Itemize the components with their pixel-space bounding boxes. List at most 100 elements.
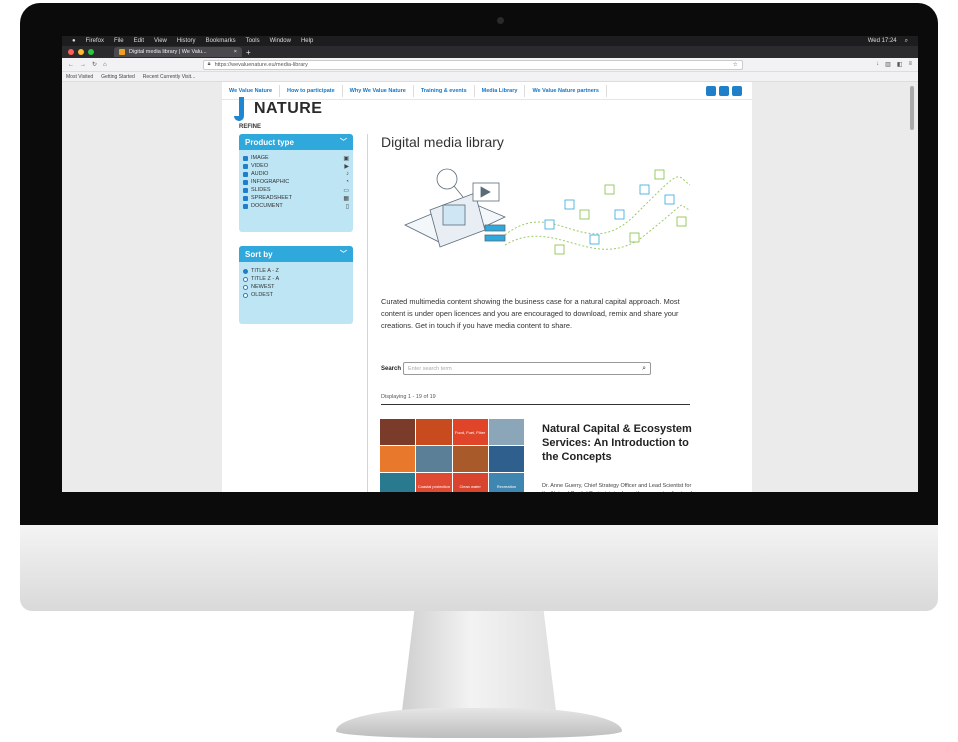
- infographic-icon: ◔: [345, 179, 349, 185]
- bookmarks-toolbar: Most Visited Getting Started Recent Curr…: [62, 72, 918, 82]
- sort-by-header[interactable]: Sort by ﹀: [239, 246, 353, 262]
- library-icon[interactable]: ▥: [885, 61, 891, 68]
- url-bar[interactable]: 🔒︎ https://wevaluenature.eu/media-librar…: [202, 59, 743, 70]
- radio-button[interactable]: [243, 268, 248, 274]
- site-logo[interactable]: NATURE: [234, 97, 322, 121]
- image-icon: ▣: [343, 155, 349, 162]
- menu-view[interactable]: View: [154, 38, 167, 44]
- new-tab-button[interactable]: +: [246, 48, 251, 57]
- sort-title-z-a[interactable]: TITLE Z - A: [239, 275, 353, 283]
- sort-title-a-z[interactable]: TITLE A - Z: [239, 267, 353, 275]
- camera-icon: [497, 17, 504, 24]
- logo-mark-icon: [234, 97, 244, 121]
- logo-text: NATURE: [254, 100, 323, 117]
- email-icon[interactable]: [732, 85, 742, 96]
- nav-partners[interactable]: We Value Nature partners: [525, 84, 607, 97]
- checkbox[interactable]: [243, 171, 248, 177]
- close-window-button[interactable]: [68, 49, 74, 55]
- document-icon: ▯: [345, 203, 349, 210]
- minimize-window-button[interactable]: [78, 49, 84, 55]
- sort-by-title: Sort by: [245, 249, 273, 259]
- filter-image[interactable]: IMAGE ▣: [239, 154, 353, 162]
- social-links: [706, 85, 742, 96]
- forward-icon[interactable]: →: [80, 62, 86, 68]
- radio-button[interactable]: [243, 292, 248, 298]
- reload-icon[interactable]: ↻: [92, 61, 97, 68]
- nav-we-value-nature[interactable]: We Value Nature: [222, 84, 280, 97]
- checkbox[interactable]: [243, 195, 248, 201]
- menu-file[interactable]: File: [114, 38, 124, 44]
- back-icon[interactable]: ←: [68, 62, 74, 68]
- filter-spreadsheet[interactable]: SPREADSHEET ▦: [239, 194, 353, 202]
- search-input[interactable]: Enter search term ⌕: [403, 362, 652, 375]
- bookmark-getting-started[interactable]: Getting Started: [101, 74, 135, 80]
- url-text: https://wevaluenature.eu/media-library: [214, 61, 308, 68]
- product-type-title: Product type: [245, 137, 294, 147]
- checkbox[interactable]: [243, 163, 248, 169]
- chevron-down-icon: ﹀: [340, 139, 347, 146]
- product-type-panel: Product type ﹀ IMAGE ▣ VIDEO ▶ AUDIO ♪ INFO…: [239, 134, 353, 232]
- bookmark-star-icon[interactable]: ☆: [733, 62, 738, 68]
- monitor-chin: [20, 525, 938, 611]
- search-icon[interactable]: ⌕: [905, 38, 908, 45]
- filter-video[interactable]: VIDEO ▶: [239, 162, 353, 170]
- clock[interactable]: Wed 17:24: [868, 38, 897, 45]
- scrollbar[interactable]: [910, 86, 914, 130]
- filter-label: SPREADSHEET: [251, 195, 292, 201]
- search-placeholder: Enter search term: [408, 365, 452, 372]
- radio-button[interactable]: [243, 284, 248, 290]
- checkbox[interactable]: [243, 187, 248, 193]
- nav-media-library[interactable]: Media Library: [475, 84, 526, 97]
- media-library-illustration: [404, 168, 691, 255]
- radio-button[interactable]: [243, 276, 248, 282]
- sort-label: OLDEST: [251, 292, 274, 298]
- column-divider: [367, 134, 368, 492]
- close-tab-icon[interactable]: ×: [234, 49, 237, 55]
- menu-help[interactable]: Help: [301, 38, 313, 44]
- nav-why-we-value-nature[interactable]: Why We Value Nature: [343, 84, 414, 97]
- browser-tab[interactable]: Digital media library | We Valu... ×: [114, 47, 242, 57]
- result-thumbnail[interactable]: Food, Fuel, Fiber Coastal protection Cle…: [380, 419, 524, 492]
- bookmark-most-visited[interactable]: Most Visited: [66, 74, 93, 80]
- filter-document[interactable]: DOCUMENT ▯: [239, 202, 353, 210]
- download-icon[interactable]: ↓: [876, 61, 879, 68]
- thumb-label-water: Clean water: [452, 473, 488, 492]
- product-type-header[interactable]: Product type ﹀: [239, 134, 353, 150]
- zoom-window-button[interactable]: [88, 49, 94, 55]
- nav-how-to-participate[interactable]: How to participate: [280, 84, 343, 97]
- filter-slides[interactable]: SLIDES ▭: [239, 186, 353, 194]
- sidebar-icon[interactable]: ◧: [897, 61, 903, 68]
- nav-training-events[interactable]: Training & events: [414, 84, 475, 97]
- menu-tools[interactable]: Tools: [246, 38, 260, 44]
- bookmark-recent[interactable]: Recent Currently Visit...: [143, 74, 195, 80]
- linkedin-icon[interactable]: [719, 85, 729, 96]
- twitter-icon[interactable]: [706, 85, 716, 96]
- page-viewport: We Value Nature How to participate Why W…: [62, 82, 918, 492]
- checkbox[interactable]: [243, 155, 248, 161]
- monitor-stand: [402, 611, 556, 711]
- lock-icon: 🔒︎: [207, 61, 211, 67]
- video-icon: ▶: [344, 163, 349, 170]
- checkbox[interactable]: [243, 179, 248, 185]
- result-title[interactable]: Natural Capital & Ecosystem Services: An…: [542, 422, 692, 464]
- filter-infographic[interactable]: INFOGRAPHIC ◔: [239, 178, 353, 186]
- menu-bookmarks[interactable]: Bookmarks: [206, 38, 236, 44]
- filter-label: IMAGE: [251, 155, 269, 161]
- sort-newest[interactable]: NEWEST: [239, 283, 353, 291]
- slides-icon: ▭: [343, 187, 349, 194]
- tab-title: Digital media library | We Valu...: [129, 49, 207, 55]
- thumb-label-food: Food, Fuel, Fiber: [452, 419, 488, 445]
- spreadsheet-icon: ▦: [343, 195, 349, 202]
- filter-label: AUDIO: [251, 171, 269, 177]
- apple-icon[interactable]: ●: [72, 38, 76, 44]
- search-icon[interactable]: ⌕: [642, 365, 646, 373]
- menu-firefox[interactable]: Firefox: [86, 38, 104, 44]
- menu-edit[interactable]: Edit: [134, 38, 144, 44]
- menu-icon[interactable]: ≡: [908, 61, 912, 68]
- filter-audio[interactable]: AUDIO ♪: [239, 170, 353, 178]
- menu-history[interactable]: History: [177, 38, 196, 44]
- menu-window[interactable]: Window: [270, 38, 291, 44]
- checkbox[interactable]: [243, 203, 248, 209]
- home-icon[interactable]: ⌂: [103, 62, 107, 68]
- sort-oldest[interactable]: OLDEST: [239, 291, 353, 299]
